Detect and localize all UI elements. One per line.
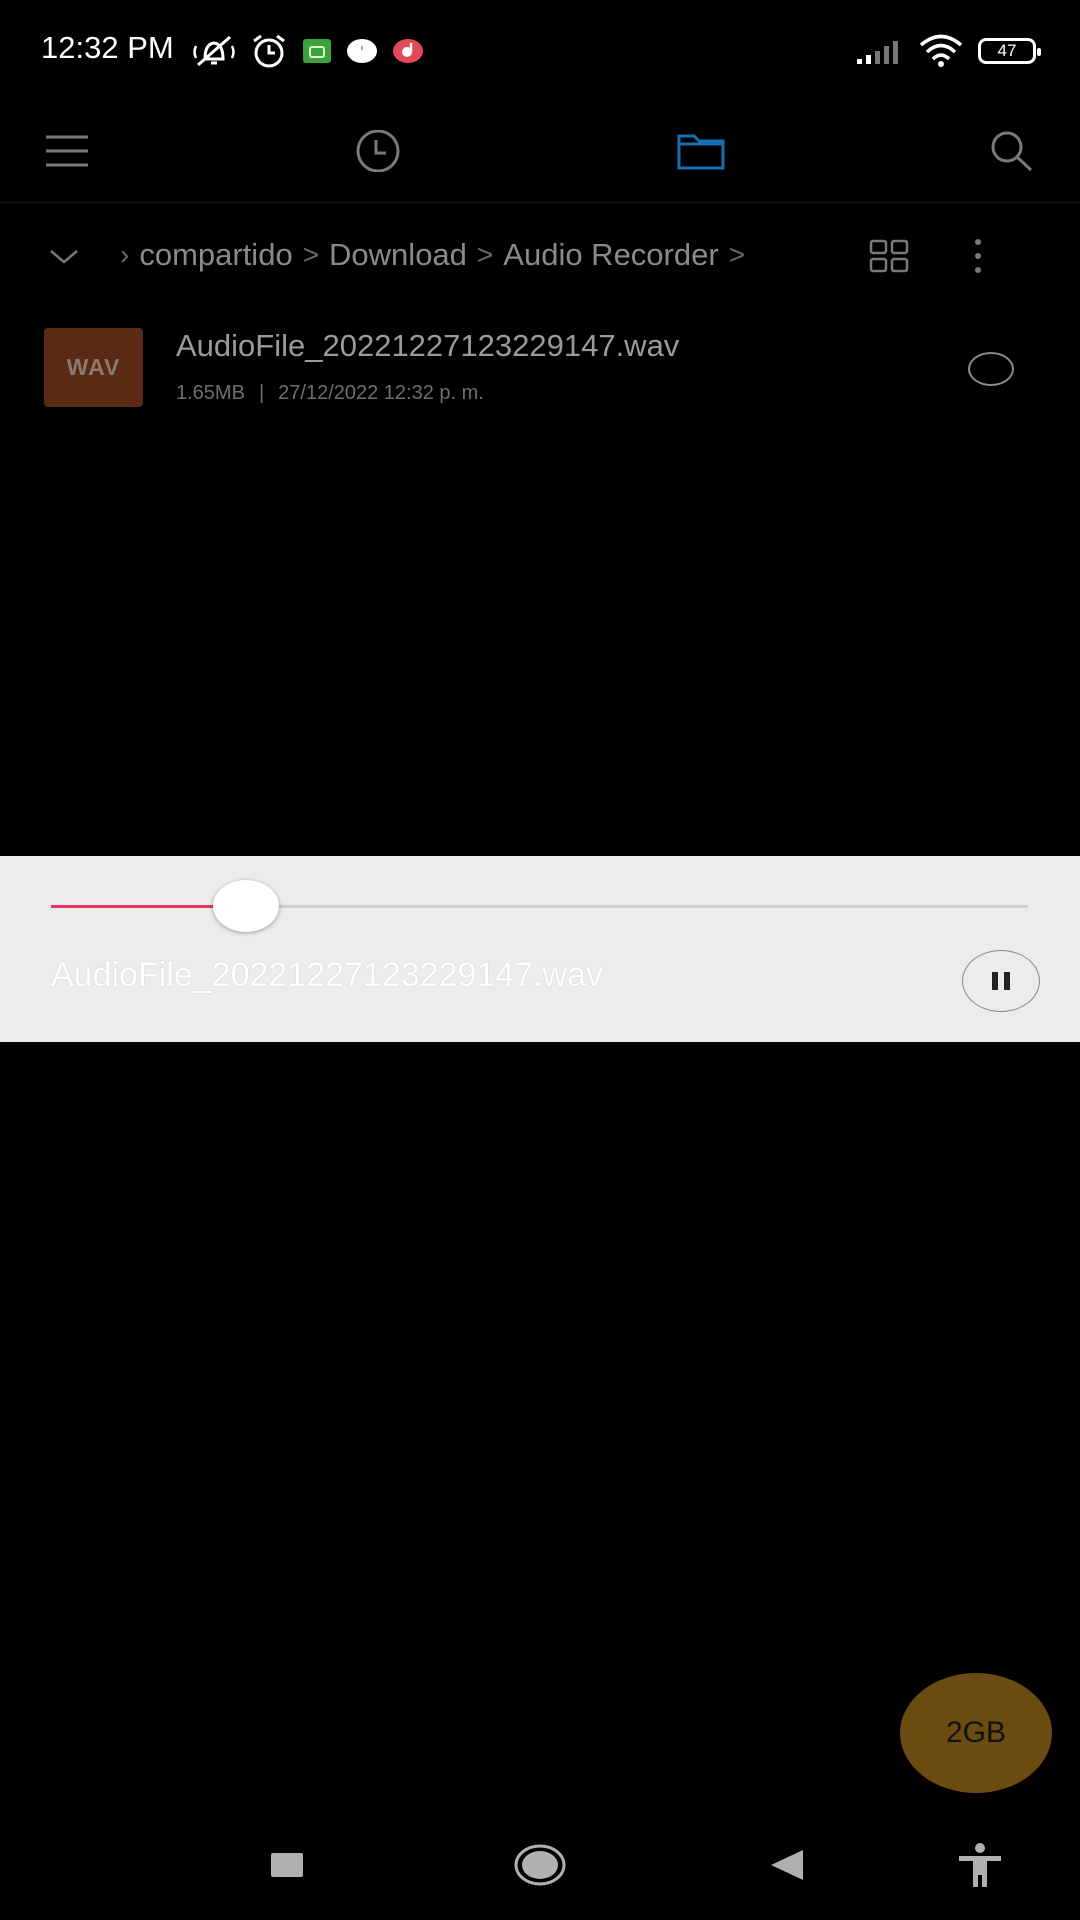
file-list-item[interactable]: WAV AudioFile_20221227123229147.wav 1.65… xyxy=(0,320,1080,420)
wav-file-icon: WAV xyxy=(44,328,143,407)
status-bar: 12:32 PM 47 xyxy=(0,0,1080,100)
breadcrumb-item-compartido[interactable]: compartido xyxy=(139,237,292,273)
home-icon[interactable] xyxy=(510,1840,570,1890)
seek-bar-thumb[interactable] xyxy=(213,880,280,932)
more-options-icon[interactable] xyxy=(958,232,998,280)
pause-button[interactable] xyxy=(962,950,1040,1012)
recent-icon[interactable] xyxy=(347,120,409,182)
chevron-right-icon: > xyxy=(476,239,494,270)
breadcrumb-item-audio-recorder[interactable]: Audio Recorder xyxy=(503,237,718,273)
red-music-app-icon xyxy=(392,37,424,65)
top-toolbar xyxy=(0,100,1080,203)
back-icon[interactable] xyxy=(757,1840,817,1890)
system-status-icons: 47 xyxy=(856,30,1041,72)
select-checkbox[interactable] xyxy=(968,352,1014,386)
file-name: AudioFile_20221227123229147.wav xyxy=(176,328,680,363)
pause-icon xyxy=(992,972,1010,990)
battery-icon: 47 xyxy=(978,38,1041,64)
alarm-icon xyxy=(250,33,288,69)
clock: 12:32 PM xyxy=(41,30,174,65)
grid-view-icon[interactable] xyxy=(865,232,913,280)
muted-bell-icon xyxy=(192,34,236,68)
breadcrumb-item-download[interactable]: Download xyxy=(329,237,467,273)
system-nav-bar xyxy=(0,1810,1080,1920)
meta-divider: | xyxy=(258,382,265,404)
folder-icon[interactable] xyxy=(670,120,732,182)
file-size: 1.65MB xyxy=(176,382,245,404)
storage-label: 2GB xyxy=(945,1716,1007,1749)
notification-icons xyxy=(192,30,424,72)
search-icon[interactable] xyxy=(980,120,1042,182)
breadcrumb-bar: › compartido > Download > Audio Recorder… xyxy=(0,202,1080,302)
file-date: 27/12/2022 12:32 p. m. xyxy=(278,382,484,404)
signal-icon xyxy=(856,37,904,65)
wifi-icon xyxy=(918,34,964,68)
seek-bar[interactable] xyxy=(51,905,1028,908)
chevron-right-icon: > xyxy=(302,239,320,270)
player-title: AudioFile_20221227123229147.wav xyxy=(51,956,604,994)
file-meta: 1.65MB | 27/12/2022 12:32 p. m. xyxy=(176,382,484,405)
menu-icon[interactable] xyxy=(36,120,98,182)
battery-level: 47 xyxy=(997,41,1017,60)
chevron-down-icon[interactable] xyxy=(44,236,84,276)
breadcrumb: › compartido > Download > Audio Recorder… xyxy=(120,230,755,280)
chevron-right-icon: › xyxy=(120,239,130,270)
audio-player-panel: AudioFile_20221227123229147.wav xyxy=(0,856,1080,1042)
white-circle-app-icon xyxy=(346,37,378,65)
chevron-right-icon: > xyxy=(728,239,746,270)
android-app-icon xyxy=(302,38,332,64)
recents-square-icon[interactable] xyxy=(257,1840,317,1890)
storage-usage-button[interactable]: 2GB xyxy=(900,1673,1052,1793)
accessibility-icon[interactable] xyxy=(950,1840,1010,1890)
